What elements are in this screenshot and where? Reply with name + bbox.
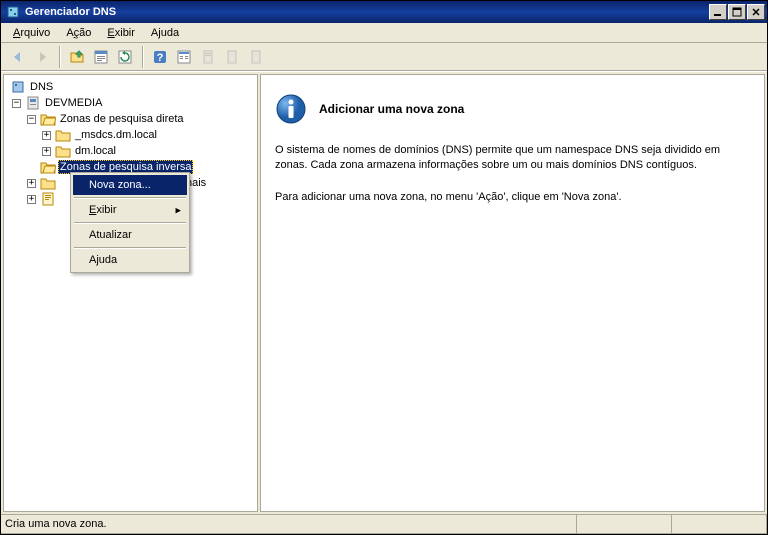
menu-file[interactable]: Arquivo (5, 25, 58, 41)
expand-icon[interactable]: + (27, 179, 36, 188)
folder-open-icon (40, 160, 56, 174)
help-button[interactable]: ? (149, 46, 171, 68)
back-button (7, 46, 29, 68)
tree-msdcs[interactable]: + _msdcs.dm.local (4, 127, 257, 143)
detail-heading: Adicionar uma nova zona (319, 102, 464, 116)
title-bar: Gerenciador DNS (1, 1, 767, 23)
up-button[interactable] (66, 46, 88, 68)
forward-button (31, 46, 53, 68)
folder-open-icon (40, 112, 56, 126)
detail-pane: Adicionar uma nova zona O sistema de nom… (260, 74, 765, 512)
folder-icon (55, 128, 71, 142)
status-cell-2 (577, 515, 672, 534)
tree-fwd-zones[interactable]: − Zonas de pesquisa direta (4, 111, 257, 127)
detail-paragraph-1: O sistema de nomes de domínios (DNS) per… (275, 143, 750, 174)
info-icon (275, 93, 307, 125)
dns-icon (10, 80, 26, 94)
status-text: Cria uma nova zona. (1, 515, 577, 534)
close-button[interactable] (747, 4, 765, 20)
properties-button[interactable] (90, 46, 112, 68)
maximize-button[interactable] (728, 4, 746, 20)
menu-help[interactable]: Ajuda (143, 25, 187, 41)
server-icon (25, 96, 41, 110)
menu-action[interactable]: Ação (58, 25, 99, 41)
context-menu: Nova zona... Exibir▸ Atualizar Ajuda (70, 172, 190, 273)
minimize-button[interactable] (709, 4, 727, 20)
menu-bar: Arquivo Ação Exibir Ajuda (1, 23, 767, 43)
filter-button (197, 46, 219, 68)
submenu-arrow-icon: ▸ (175, 204, 181, 217)
collapse-icon[interactable]: − (27, 115, 36, 124)
expand-icon[interactable]: + (42, 131, 51, 140)
toolbar: ? (1, 43, 767, 71)
svg-text:?: ? (157, 52, 164, 64)
expand-icon[interactable]: + (42, 147, 51, 156)
menu-view[interactable]: Exibir (99, 25, 143, 41)
refresh-button[interactable] (114, 46, 136, 68)
menu-view-sub[interactable]: Exibir▸ (73, 200, 187, 220)
tree-server[interactable]: − DEVMEDIA (4, 95, 257, 111)
tree-pane[interactable]: DNS − DEVMEDIA − Zonas de pesquisa diret… (3, 74, 258, 512)
tree-root-dns[interactable]: DNS (4, 79, 257, 95)
folder-icon (55, 144, 71, 158)
menu-help[interactable]: Ajuda (73, 250, 187, 270)
list-button[interactable] (173, 46, 195, 68)
menu-new-zone[interactable]: Nova zona... (73, 175, 187, 195)
folder-icon (40, 176, 56, 190)
log-icon (40, 192, 56, 206)
app-icon (5, 4, 21, 20)
stop-button (221, 46, 243, 68)
status-bar: Cria uma nova zona. (1, 514, 767, 534)
detail-paragraph-2: Para adicionar uma nova zona, no menu 'A… (275, 190, 750, 205)
collapse-icon[interactable]: − (12, 99, 21, 108)
menu-refresh[interactable]: Atualizar (73, 225, 187, 245)
status-cell-3 (672, 515, 767, 534)
expand-icon[interactable]: + (27, 195, 36, 204)
play-button (245, 46, 267, 68)
tree-dmlocal[interactable]: + dm.local (4, 143, 257, 159)
window-title: Gerenciador DNS (25, 6, 708, 18)
